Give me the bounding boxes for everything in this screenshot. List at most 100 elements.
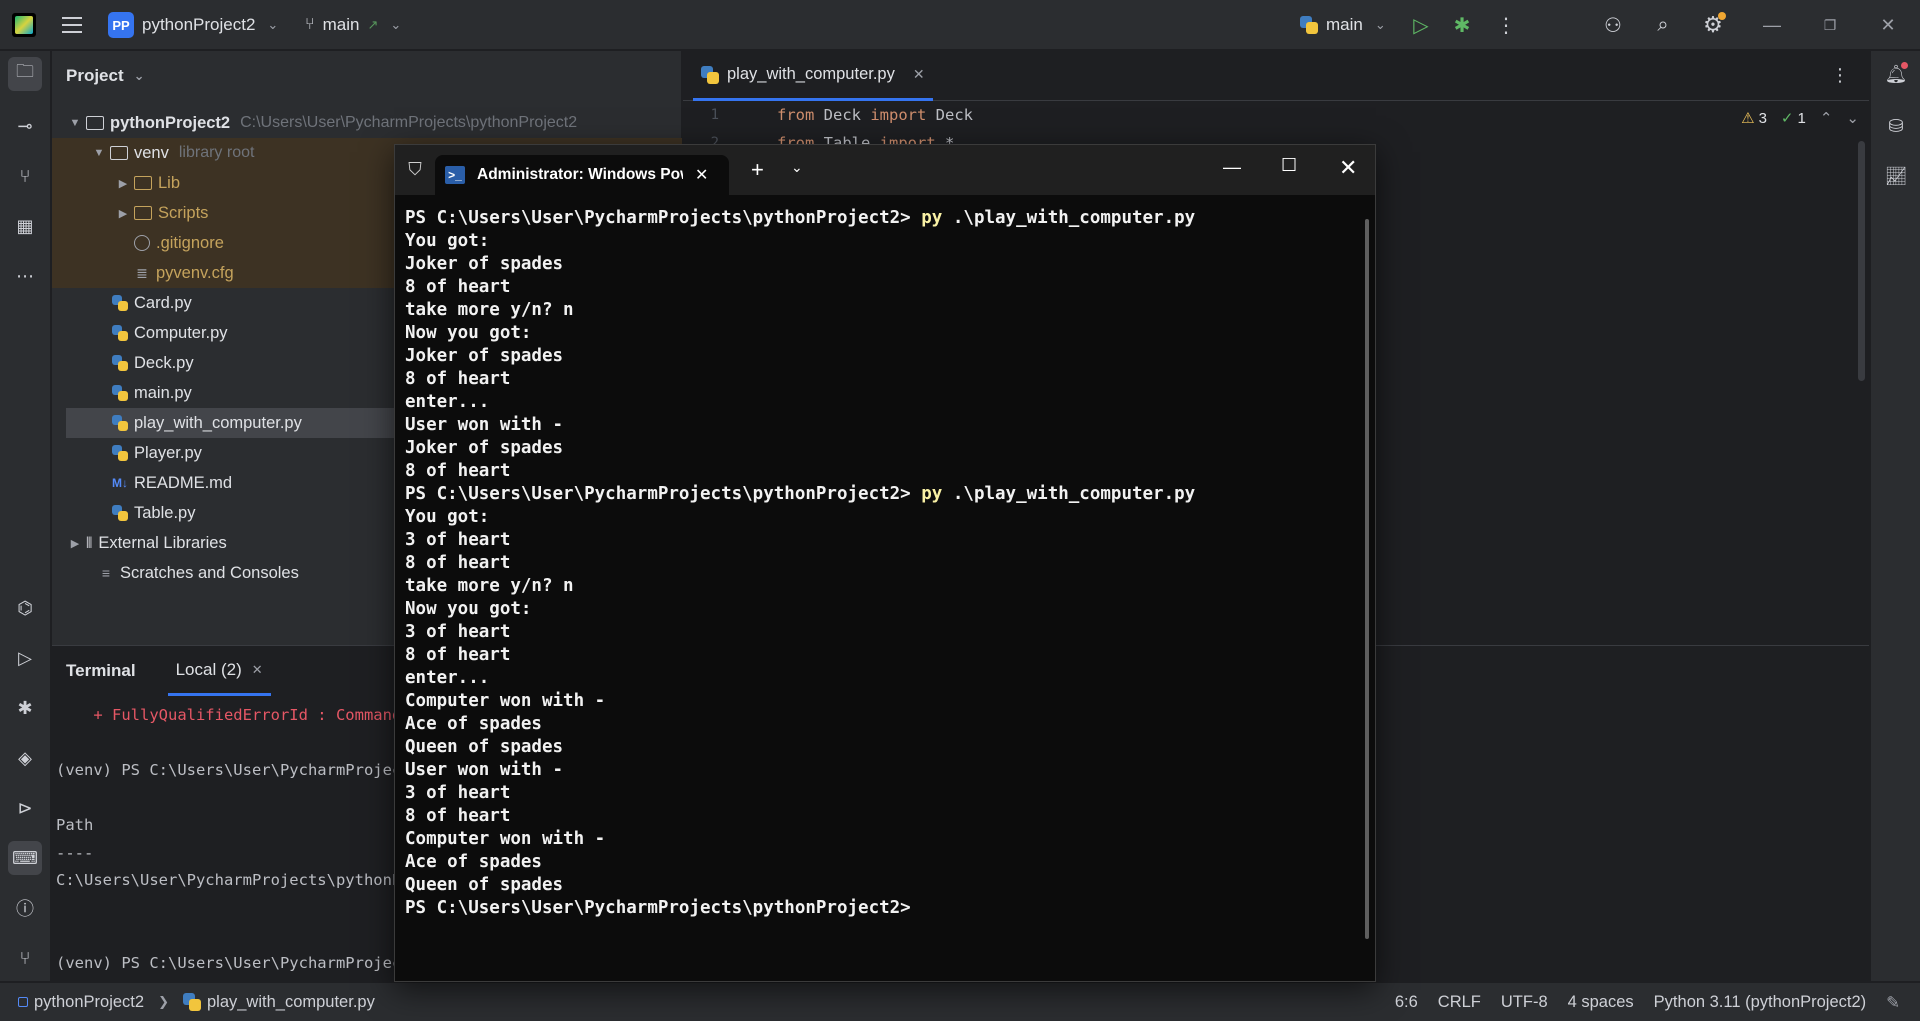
layers-icon[interactable]: ◈ [8, 741, 42, 775]
run-config-name: main [1326, 15, 1363, 34]
powershell-output-line: User won with - [405, 415, 564, 435]
powershell-output-line: You got: [405, 231, 490, 251]
lock-icon[interactable]: ✎ [1886, 993, 1900, 1013]
powershell-output-line: 3 of heart [405, 783, 511, 803]
maximize-icon[interactable]: ❐ [1820, 0, 1840, 50]
notifications-bell-icon[interactable]: 🔔︎ [1879, 57, 1913, 91]
chevron-down-icon[interactable]: ⌄ [1846, 109, 1859, 127]
breadcrumb-file[interactable]: play_with_computer.py [207, 993, 375, 1012]
services-icon[interactable]: ⊳ [8, 791, 42, 825]
powershell-title-bar: ⛉ >_ Administrator: Windows PowerShell ✕… [395, 145, 1375, 195]
close-tab-icon[interactable]: ✕ [913, 66, 925, 83]
more-tools-icon[interactable]: ⋯ [8, 259, 42, 293]
powershell-output-line: enter... [405, 668, 490, 688]
chevron-down-icon: ▼ [69, 117, 81, 129]
library-icon: ⫴ [86, 534, 93, 552]
folder-icon [110, 146, 128, 160]
caret-position[interactable]: 6:6 [1395, 993, 1418, 1012]
close-tab-icon[interactable]: ✕ [695, 165, 708, 185]
powershell-output-line: User won with - [405, 760, 564, 780]
powershell-tab-title: Administrator: Windows PowerShell [477, 166, 683, 183]
run-config-selector[interactable]: main ⌄ [1300, 0, 1386, 50]
more-actions-icon[interactable]: ⋮ [1496, 0, 1516, 50]
pyvenv-label: pyvenv.cfg [156, 263, 234, 282]
project-module-icon [18, 997, 28, 1007]
breadcrumb-project[interactable]: pythonProject2 [34, 993, 144, 1012]
terminal-tab-local[interactable]: Local (2) ✕ [167, 647, 271, 696]
root-path: C:\Users\User\PycharmProjects\pythonProj… [240, 114, 578, 131]
pycharm-logo-icon [12, 0, 38, 50]
editor-tab-play-with-computer[interactable]: play_with_computer.py ✕ [693, 51, 933, 101]
chevron-down-icon[interactable]: ⌄ [791, 159, 803, 176]
pull-requests-icon[interactable]: ⑂ [8, 159, 42, 193]
line-separator[interactable]: CRLF [1438, 993, 1481, 1012]
editor-scrollbar[interactable] [1858, 141, 1865, 381]
close-icon[interactable]: ✕ [1339, 155, 1357, 181]
indent-setting[interactable]: 4 spaces [1568, 993, 1634, 1012]
minimize-icon[interactable]: — [1223, 157, 1241, 178]
powershell-output-line: Computer won with - [405, 691, 606, 711]
vcs-branch-widget[interactable]: ⑂ main ↗ ⌄ [305, 0, 401, 50]
scratches-label: Scratches and Consoles [120, 563, 299, 582]
tree-root[interactable]: ▼ pythonProject2 C:\Users\User\PycharmPr… [52, 108, 682, 138]
add-user-icon[interactable]: ⚇ [1600, 0, 1626, 50]
python-file-icon [112, 295, 128, 311]
git-icon[interactable]: ⑂ [8, 941, 42, 975]
maximize-icon[interactable]: ☐ [1281, 155, 1297, 176]
powershell-prompt-line: PS C:\Users\User\PycharmProjects\pythonP… [405, 898, 922, 918]
chevron-down-icon: ▼ [93, 147, 105, 159]
editor-tab-bar: play_with_computer.py ✕ ⋮ [683, 51, 1869, 101]
inspections-widget[interactable]: ⚠ 3 ✓ 1 ⌃ ⌄ [1741, 109, 1859, 128]
powershell-tab[interactable]: >_ Administrator: Windows PowerShell ✕ [435, 155, 729, 195]
debug-tool-icon[interactable]: ✱ [8, 691, 42, 725]
folder-icon [134, 176, 152, 190]
run-tool-icon[interactable]: ▷ [8, 641, 42, 675]
settings-gear-icon[interactable]: ⚙ [1700, 0, 1726, 50]
powershell-output-line: 8 of heart [405, 461, 511, 481]
powershell-output-line: Ace of spades [405, 714, 542, 734]
search-icon[interactable]: ⌕ [1650, 0, 1676, 50]
structure-icon[interactable]: ▦ [8, 209, 42, 243]
code-line: from Deck import Deck [777, 106, 973, 124]
run-icon[interactable]: ▷ [1410, 0, 1432, 50]
status-widgets: 6:6 CRLF UTF-8 4 spaces Python 3.11 (pyt… [1395, 983, 1900, 1021]
interpreter[interactable]: Python 3.11 (pythonProject2) [1654, 993, 1867, 1012]
powershell-output-line: Ace of spades [405, 852, 542, 872]
project-switcher[interactable]: PP pythonProject2 ⌄ [108, 0, 278, 50]
project-panel-title: Project [66, 66, 124, 85]
debug-icon[interactable]: ✱ [1450, 0, 1474, 50]
scratches-icon: ≡ [101, 565, 111, 581]
close-tab-icon[interactable]: ✕ [252, 662, 263, 678]
lib-label: Lib [158, 173, 181, 192]
file-label: Computer.py [134, 323, 228, 342]
powershell-output-line: 3 of heart [405, 622, 511, 642]
left-tool-strip: 🗀 ⊸ ⑂ ▦ ⋯ ⌬ ▷ ✱ ◈ ⊳ ⌨ ⓘ ⑂ [0, 51, 51, 981]
more-actions-icon[interactable]: ⋮ [1831, 65, 1849, 86]
database-icon[interactable]: ⛁ [1879, 109, 1913, 143]
python-console-icon[interactable]: ⌬ [8, 591, 42, 625]
python-file-icon [112, 445, 128, 461]
chevron-right-icon: ▶ [118, 177, 128, 190]
title-bar: PP pythonProject2 ⌄ ⑂ main ↗ ⌄ main ⌄ ▷ … [0, 0, 1920, 50]
file-encoding[interactable]: UTF-8 [1501, 993, 1548, 1012]
project-folder-icon[interactable]: 🗀 [8, 57, 42, 91]
powershell-output[interactable]: PS C:\Users\User\PycharmProjects\pythonP… [405, 207, 1195, 920]
powershell-scrollbar[interactable] [1365, 219, 1369, 939]
sciview-icon[interactable]: 📈︎ [1879, 159, 1913, 193]
python-file-icon [112, 385, 128, 401]
file-label: Player.py [134, 443, 202, 462]
minimize-icon[interactable]: — [1762, 0, 1782, 50]
close-icon[interactable]: ✕ [1878, 0, 1898, 50]
chevron-down-icon: ⌄ [1374, 17, 1386, 32]
project-panel-header[interactable]: Project ⌄ [52, 51, 681, 101]
powershell-output-line: 3 of heart [405, 530, 511, 550]
powershell-prompt-line: PS C:\Users\User\PycharmProjects\pythonP… [405, 208, 1196, 228]
terminal-icon[interactable]: ⌨ [8, 841, 42, 875]
project-name: pythonProject2 [142, 15, 256, 34]
new-tab-icon[interactable]: + [751, 157, 764, 183]
chevron-up-icon[interactable]: ⌃ [1820, 109, 1833, 127]
problems-icon[interactable]: ⓘ [8, 891, 42, 925]
commit-icon[interactable]: ⊸ [8, 109, 42, 143]
main-menu-icon[interactable] [60, 0, 84, 50]
ok-count: 1 [1797, 109, 1806, 127]
